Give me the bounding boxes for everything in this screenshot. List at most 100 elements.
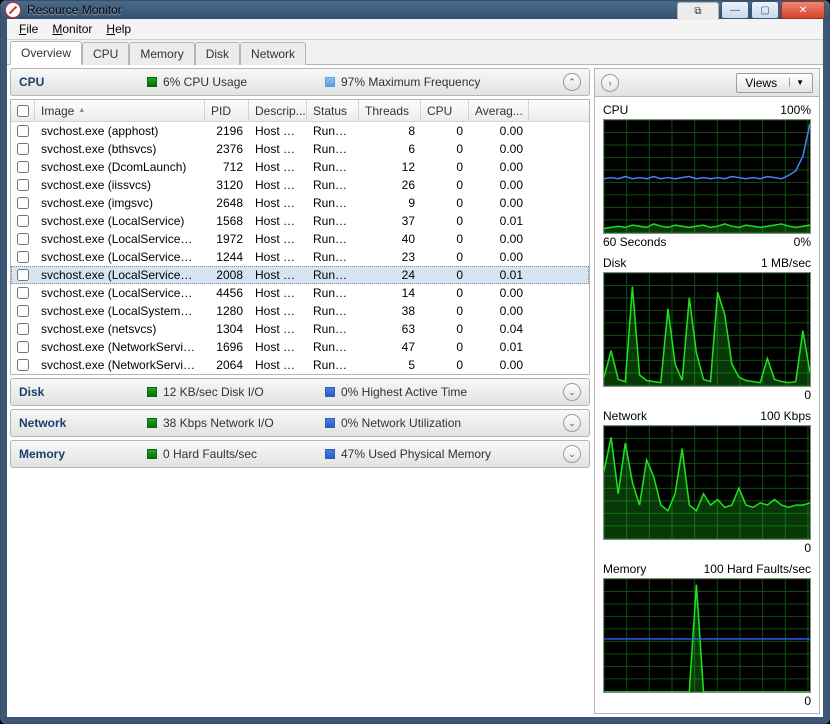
row-checkbox[interactable]: [17, 125, 29, 137]
cell-threads: 40: [359, 231, 421, 247]
column-cpu[interactable]: CPU: [421, 100, 469, 121]
cell-cpu: 0: [421, 177, 469, 193]
column-threads[interactable]: Threads: [359, 100, 421, 121]
row-checkbox[interactable]: [17, 143, 29, 155]
square-icon: [147, 418, 157, 428]
menu-file[interactable]: File: [13, 20, 44, 38]
row-checkbox[interactable]: [17, 287, 29, 299]
menu-monitor[interactable]: Monitor: [46, 20, 98, 38]
process-rows[interactable]: svchost.exe (apphost)2196Host Pr...Runni…: [11, 122, 589, 374]
row-checkbox[interactable]: [17, 323, 29, 335]
row-checkbox[interactable]: [17, 215, 29, 227]
column-image[interactable]: Image: [35, 100, 205, 121]
table-row[interactable]: svchost.exe (imgsvc)2648Host Pr...Runni.…: [11, 194, 589, 212]
expand-icon[interactable]: ⌄: [563, 383, 581, 401]
table-row[interactable]: svchost.exe (NetworkService...2064Host P…: [11, 356, 589, 374]
select-all-checkbox[interactable]: [17, 105, 29, 117]
row-checkbox[interactable]: [17, 233, 29, 245]
cell-desc: Host Pr...: [249, 321, 307, 337]
cell-image: svchost.exe (DcomLaunch): [35, 159, 205, 175]
cell-desc: Host Pr...: [249, 123, 307, 139]
graph-footer-right: 0%: [794, 235, 811, 249]
tab-overview[interactable]: Overview: [10, 41, 82, 65]
table-row[interactable]: svchost.exe (DcomLaunch)712Host Pr...Run…: [11, 158, 589, 176]
cell-avg: 0.00: [469, 195, 529, 211]
column-checkbox[interactable]: [11, 100, 35, 121]
collapse-icon[interactable]: ⌃: [563, 73, 581, 91]
maximize-button[interactable]: ▢: [751, 1, 779, 19]
graph-footer-right: 0: [804, 694, 811, 708]
metric-label: 0% Highest Active Time: [341, 385, 467, 399]
row-checkbox[interactable]: [17, 269, 29, 281]
column-pid[interactable]: PID: [205, 100, 249, 121]
row-checkbox[interactable]: [17, 179, 29, 191]
cell-avg: 0.00: [469, 285, 529, 301]
expand-icon[interactable]: ⌄: [563, 414, 581, 432]
section-header-cpu[interactable]: CPU 6% CPU Usage 97% Maximum Frequency ⌃: [10, 68, 590, 96]
minimize-button[interactable]: —: [721, 1, 749, 19]
graph-memory: Memory100 Hard Faults/sec0: [603, 560, 811, 709]
cell-desc: Host Pr...: [249, 213, 307, 229]
cell-pid: 2376: [205, 141, 249, 157]
cell-avg: 0.00: [469, 141, 529, 157]
square-icon: [147, 77, 157, 87]
process-list: Image PID Descrip... Status Threads CPU …: [10, 99, 590, 375]
cell-desc: Host Pr...: [249, 141, 307, 157]
tab-network[interactable]: Network: [240, 42, 306, 65]
row-checkbox[interactable]: [17, 251, 29, 263]
cell-threads: 37: [359, 213, 421, 229]
row-checkbox[interactable]: [17, 197, 29, 209]
column-average[interactable]: Averag...: [469, 100, 529, 121]
tab-memory[interactable]: Memory: [129, 42, 194, 65]
cell-pid: 3120: [205, 177, 249, 193]
section-header-memory[interactable]: Memory 0 Hard Faults/sec 47% Used Physic…: [10, 440, 590, 468]
row-checkbox[interactable]: [17, 341, 29, 353]
cell-threads: 63: [359, 321, 421, 337]
column-description[interactable]: Descrip...: [249, 100, 307, 121]
titlebar-tab-button[interactable]: ⧉: [677, 2, 719, 20]
collapse-panel-icon[interactable]: ›: [601, 74, 619, 92]
cell-avg: 0.00: [469, 123, 529, 139]
cell-status: Runni...: [307, 267, 359, 283]
table-row[interactable]: svchost.exe (LocalServiceNet...1244Host …: [11, 248, 589, 266]
cell-threads: 8: [359, 123, 421, 139]
table-row[interactable]: svchost.exe (netsvcs)1304Host Pr...Runni…: [11, 320, 589, 338]
cell-pid: 1696: [205, 339, 249, 355]
row-checkbox[interactable]: [17, 161, 29, 173]
section-header-disk[interactable]: Disk 12 KB/sec Disk I/O 0% Highest Activ…: [10, 378, 590, 406]
views-button[interactable]: Views ▼: [736, 73, 813, 93]
cell-avg: 0.01: [469, 339, 529, 355]
cell-pid: 2064: [205, 357, 249, 373]
expand-icon[interactable]: ⌄: [563, 445, 581, 463]
tab-cpu[interactable]: CPU: [82, 42, 129, 65]
table-row[interactable]: svchost.exe (LocalService)1568Host Pr...…: [11, 212, 589, 230]
cell-pid: 2008: [205, 267, 249, 283]
cell-cpu: 0: [421, 123, 469, 139]
table-row[interactable]: svchost.exe (apphost)2196Host Pr...Runni…: [11, 122, 589, 140]
table-row[interactable]: svchost.exe (NetworkService)1696Host Pr.…: [11, 338, 589, 356]
table-row[interactable]: svchost.exe (LocalSystemNet...1280Host P…: [11, 302, 589, 320]
graph-footer-left: 60 Seconds: [603, 235, 666, 249]
cell-desc: Host Pr...: [249, 195, 307, 211]
close-button[interactable]: ✕: [781, 1, 825, 19]
tab-disk[interactable]: Disk: [195, 42, 240, 65]
cell-desc: Host Pr...: [249, 177, 307, 193]
row-checkbox[interactable]: [17, 359, 29, 371]
cell-pid: 1972: [205, 231, 249, 247]
cell-pid: 2648: [205, 195, 249, 211]
table-row[interactable]: svchost.exe (LocalServiceAn...1972Host P…: [11, 230, 589, 248]
section-header-network[interactable]: Network 38 Kbps Network I/O 0% Network U…: [10, 409, 590, 437]
cell-avg: 0.01: [469, 213, 529, 229]
cell-pid: 1568: [205, 213, 249, 229]
metric-label: 6% CPU Usage: [163, 75, 247, 89]
titlebar[interactable]: Resource Monitor ⧉ — ▢ ✕: [1, 1, 829, 19]
cell-pid: 1244: [205, 249, 249, 265]
table-row[interactable]: svchost.exe (LocalServicePee...4456Host …: [11, 284, 589, 302]
column-status[interactable]: Status: [307, 100, 359, 121]
menu-help[interactable]: Help: [100, 20, 137, 38]
table-row[interactable]: svchost.exe (LocalServiceNo...2008Host P…: [11, 266, 589, 284]
table-row[interactable]: svchost.exe (iissvcs)3120Host Pr...Runni…: [11, 176, 589, 194]
row-checkbox[interactable]: [17, 305, 29, 317]
cell-status: Runni...: [307, 141, 359, 157]
table-row[interactable]: svchost.exe (bthsvcs)2376Host Pr...Runni…: [11, 140, 589, 158]
